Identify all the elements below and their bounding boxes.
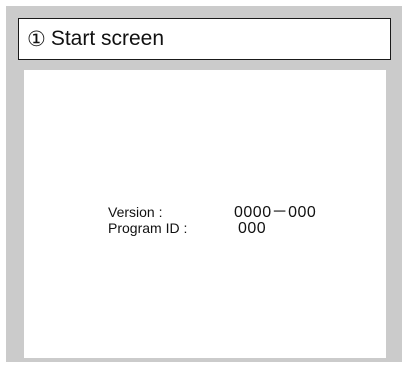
display-screen: Version : 0000－000 Program ID : 000 <box>24 70 386 358</box>
version-label: Version : <box>108 204 163 220</box>
version-row: Version : 0000－000 <box>108 198 316 222</box>
program-id-value: 000 <box>238 220 267 237</box>
program-id-label: Program ID : <box>108 220 188 236</box>
version-value: 0000－000 <box>234 204 317 221</box>
title-text: Start screen <box>50 27 165 50</box>
page-title: ① Start screen <box>18 18 391 60</box>
step-number: ① <box>27 27 46 51</box>
program-id-row: Program ID : 000 <box>108 220 266 238</box>
